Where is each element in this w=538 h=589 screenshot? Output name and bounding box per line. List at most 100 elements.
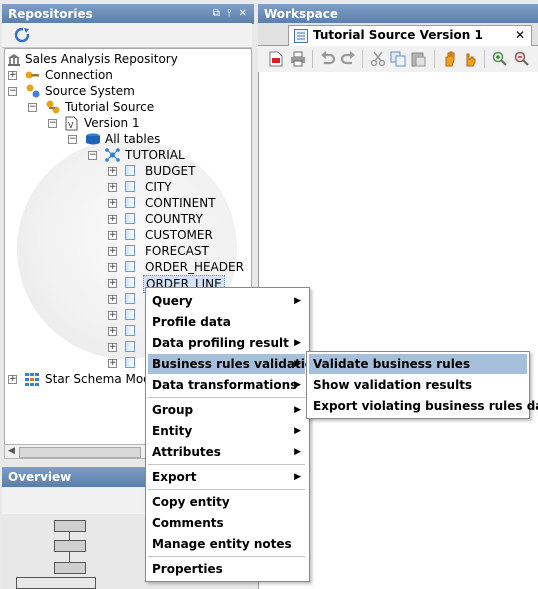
menu-item-profile-data[interactable]: Profile data <box>148 312 305 332</box>
menu-item-data-transformations[interactable]: Data transformations ▶ <box>148 375 305 395</box>
menu-item-entity[interactable]: Entity ▶ <box>148 421 305 441</box>
overview-viewport[interactable] <box>16 577 96 589</box>
tree-node-label: Sales Analysis Repository <box>25 52 178 66</box>
workspace-header: Workspace <box>258 4 538 24</box>
select-hand-icon[interactable] <box>462 51 478 67</box>
expand-toggle[interactable]: + <box>108 231 117 240</box>
expand-toggle[interactable]: + <box>108 215 117 224</box>
redo-icon[interactable] <box>340 51 356 67</box>
expand-toggle[interactable]: + <box>108 359 117 368</box>
version-icon: V <box>65 116 78 131</box>
collapse-toggle[interactable]: − <box>48 119 57 128</box>
paste-icon[interactable] <box>410 51 426 67</box>
submenu-arrow-icon: ▶ <box>294 426 301 436</box>
expand-toggle[interactable]: + <box>8 375 17 384</box>
close-icon[interactable]: ✕ <box>515 26 525 45</box>
overview-connector <box>69 532 70 540</box>
toolbar-separator <box>362 50 363 68</box>
table-icon <box>125 261 135 272</box>
panel-window-controls[interactable]: ⧉ ⫯ ✕ <box>213 4 249 24</box>
collapse-toggle[interactable]: − <box>8 87 17 96</box>
toolbar-separator <box>484 50 485 68</box>
scroll-left-arrow-icon[interactable]: ◀ <box>8 446 15 456</box>
tree-node-label: Star Schema Mode <box>45 372 159 386</box>
repositories-title: Repositories <box>8 7 93 21</box>
menu-item-business-rules-validation[interactable]: Business rules validation ▶ <box>148 354 322 374</box>
menu-item-manage-entity-notes[interactable]: Manage entity notes <box>148 534 305 554</box>
expand-toggle[interactable]: + <box>8 71 17 80</box>
tree-node-label: TUTORIAL <box>125 148 185 162</box>
menu-item-comments[interactable]: Comments <box>148 513 305 533</box>
pdf-export-icon[interactable] <box>268 51 284 67</box>
menu-item-label: Profile data <box>152 315 231 329</box>
table-icon <box>125 293 135 304</box>
expand-toggle[interactable]: + <box>108 295 117 304</box>
menu-item-label: Show validation results <box>313 378 473 392</box>
menu-item-export[interactable]: Export ▶ <box>148 467 305 487</box>
schema-icon <box>105 148 120 162</box>
tree-node-label: FORECAST <box>145 244 209 258</box>
database-icon <box>86 133 100 145</box>
expand-toggle[interactable]: + <box>108 279 117 288</box>
menu-item-data-profiling-result[interactable]: Data profiling result ▶ <box>148 333 305 353</box>
expand-toggle[interactable]: + <box>108 167 117 176</box>
menu-separator <box>148 489 305 490</box>
pan-hand-icon[interactable] <box>442 51 458 67</box>
cut-icon[interactable] <box>370 51 386 67</box>
zoom-in-icon[interactable] <box>492 51 508 67</box>
menu-separator <box>148 397 305 398</box>
menu-item-group[interactable]: Group ▶ <box>148 400 305 420</box>
tab-diagram[interactable]: Tutorial Source Version 1 Diagram ✕ <box>288 25 532 61</box>
menu-item-label: Export <box>152 470 197 484</box>
zoom-out-icon[interactable] <box>514 51 530 67</box>
toolbar-separator <box>434 50 435 68</box>
print-icon[interactable] <box>290 51 306 67</box>
submenu-arrow-icon: ▶ <box>294 380 301 390</box>
refresh-icon[interactable] <box>14 27 30 43</box>
menu-item-query[interactable]: Query ▶ <box>148 291 305 311</box>
copy-icon[interactable] <box>390 51 406 67</box>
menu-item-copy-entity[interactable]: Copy entity <box>148 492 305 512</box>
tree-node-label: Version 1 <box>84 116 140 130</box>
menu-item-properties[interactable]: Properties <box>148 559 305 579</box>
expand-toggle[interactable]: + <box>108 183 117 192</box>
table-icon <box>125 181 135 192</box>
expand-toggle[interactable]: + <box>108 327 117 336</box>
business-rules-submenu: Validate business rules Show validation … <box>306 351 538 419</box>
expand-toggle[interactable]: + <box>108 199 117 208</box>
expand-toggle[interactable]: + <box>108 311 117 320</box>
svg-text:V: V <box>68 121 74 130</box>
undo-icon[interactable] <box>320 51 336 67</box>
overview-title: Overview <box>8 470 72 484</box>
workspace-title: Workspace <box>264 7 339 21</box>
menu-item-label: Attributes <box>152 445 221 459</box>
menu-item-label: Manage entity notes <box>152 537 292 551</box>
menu-item-show-validation-results[interactable]: Show validation results <box>309 375 527 395</box>
workspace-toolbar <box>258 46 538 73</box>
expand-toggle[interactable]: + <box>108 247 117 256</box>
table-icon <box>125 229 135 240</box>
scrollbar-thumb[interactable] <box>19 447 141 458</box>
tree-node-label: CONTINENT <box>145 196 216 210</box>
context-menu: Query ▶ Profile data Data profiling resul… <box>145 287 322 582</box>
collapse-toggle[interactable]: − <box>28 103 37 112</box>
submenu-arrow-icon: ▶ <box>294 338 301 348</box>
overview-entity <box>54 540 86 552</box>
menu-item-attributes[interactable]: Attributes ▶ <box>148 442 305 462</box>
collapse-toggle[interactable]: − <box>88 151 97 160</box>
collapse-toggle[interactable]: − <box>68 135 77 144</box>
tree-node-label: CITY <box>145 180 172 194</box>
submenu-arrow-icon: ▶ <box>294 296 301 306</box>
table-icon <box>125 213 135 224</box>
menu-item-validate-business-rules[interactable]: Validate business rules <box>309 354 527 374</box>
table-icon <box>125 341 135 352</box>
menu-item-export-violating-data[interactable]: Export violating business rules data <box>309 396 538 416</box>
tree-node-label: Connection <box>45 68 113 82</box>
overview-entity <box>54 520 86 532</box>
repositories-toolbar <box>2 23 252 48</box>
expand-toggle[interactable]: + <box>108 343 117 352</box>
expand-toggle[interactable]: + <box>108 263 117 272</box>
menu-item-label: Group <box>152 403 194 417</box>
menu-item-label: Entity <box>152 424 193 438</box>
repositories-header: Repositories ⧉ ⫯ ✕ <box>2 4 254 24</box>
